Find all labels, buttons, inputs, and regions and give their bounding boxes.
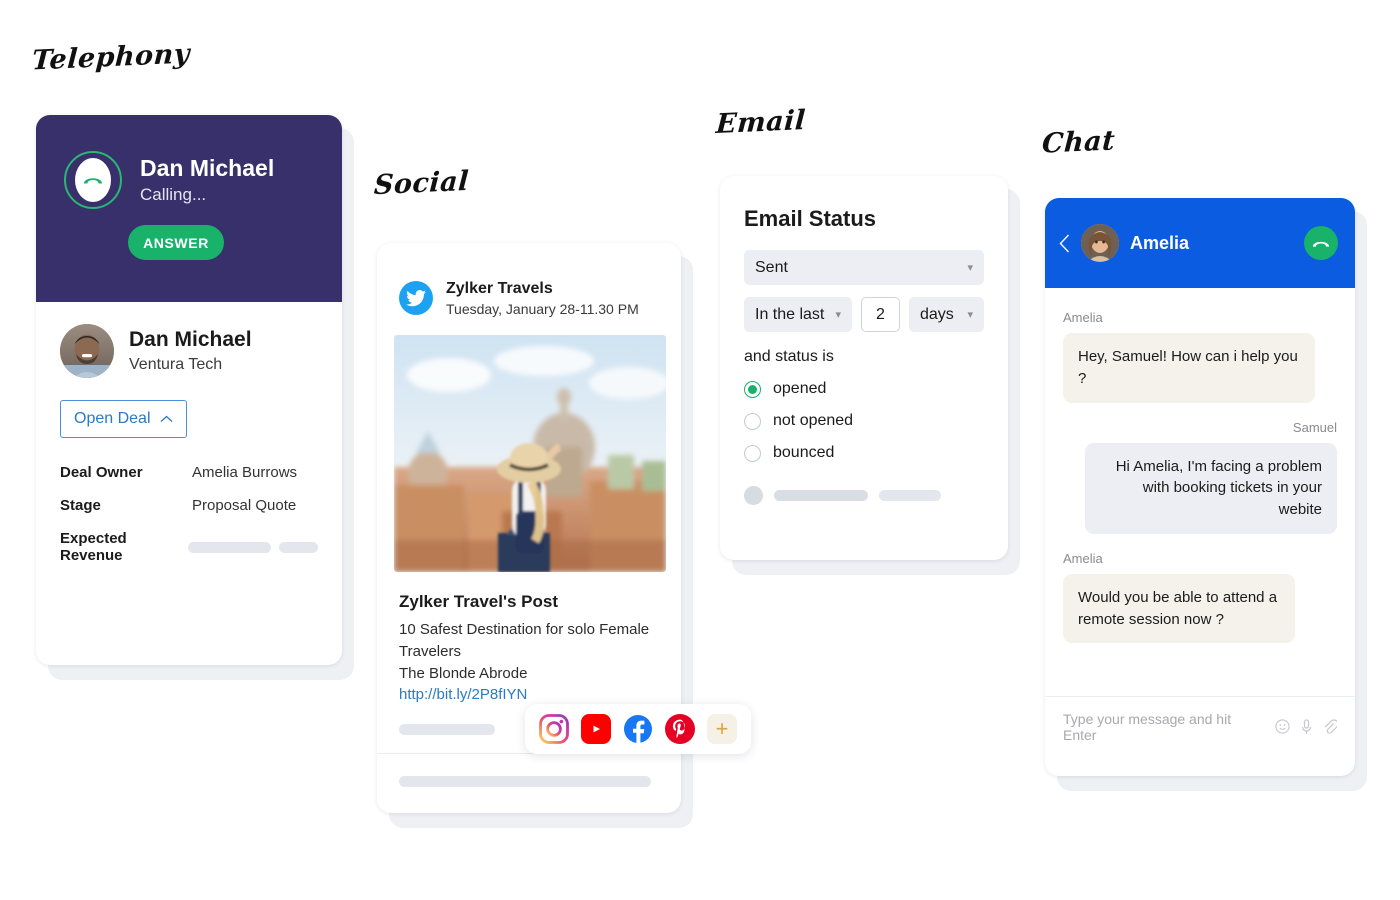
radio-label: bounced <box>773 444 835 461</box>
chat-message: Samuel Hi Amelia, I'm facing a problem w… <box>1063 420 1337 534</box>
value-skeleton <box>188 541 272 553</box>
facebook-icon[interactable] <box>623 714 653 744</box>
email-range-select[interactable]: In the last ▾ <box>744 297 852 332</box>
caller-row: Dan Michael Calling... <box>64 151 342 209</box>
avatar <box>1081 224 1119 262</box>
skeleton-line <box>879 490 941 501</box>
radio-label: opened <box>773 380 827 397</box>
field-value: Proposal Quote <box>192 497 297 514</box>
field-value: Amelia Burrows <box>192 464 298 481</box>
email-status-value: Sent <box>755 258 788 276</box>
chevron-up-icon <box>160 415 172 422</box>
telephony-card: Dan Michael Calling... ANSWER Dan Michae… <box>36 115 342 665</box>
contact-avatar <box>60 324 114 378</box>
telephony-call-header: Dan Michael Calling... ANSWER <box>36 115 342 302</box>
radio-option-opened[interactable]: opened <box>744 380 1008 398</box>
skeleton-line <box>774 490 868 501</box>
field-label: Stage <box>60 497 101 514</box>
end-call-icon[interactable] <box>1304 226 1338 260</box>
email-amount-input[interactable]: 2 <box>861 297 900 332</box>
skeleton-avatar <box>744 486 763 505</box>
caller-name: Dan Michael <box>140 155 275 182</box>
chat-message: Amelia Would you be able to attend a rem… <box>1063 551 1337 644</box>
contact-name: Dan Michael <box>129 328 252 352</box>
call-status: Calling... <box>140 184 207 204</box>
radio-option-not-opened[interactable]: not opened <box>744 412 1008 430</box>
post-timestamp: Tuesday, January 28-11.30 PM <box>446 301 639 318</box>
section-label-telephony: Telephony <box>31 38 191 77</box>
section-label-email: Email <box>715 104 807 141</box>
instagram-icon[interactable] <box>539 714 569 744</box>
table-row: Stage Proposal Quote <box>60 497 318 514</box>
email-status-sublabel: and status is <box>744 348 834 365</box>
email-unit-value: days <box>920 305 954 323</box>
radio-option-bounced[interactable]: bounced <box>744 444 1008 462</box>
value-skeleton <box>279 541 318 553</box>
chevron-down-icon: ▾ <box>967 262 973 274</box>
chat-input-bar: Type your message and hit Enter <box>1045 696 1355 756</box>
radio-label: not opened <box>773 412 854 429</box>
radio-button[interactable] <box>744 444 761 462</box>
chat-header: Amelia <box>1045 198 1355 288</box>
twitter-icon <box>399 281 433 316</box>
section-label-social: Social <box>373 165 470 202</box>
chat-contact-name: Amelia <box>1130 232 1190 253</box>
table-row: Expected Revenue <box>60 530 318 564</box>
youtube-icon[interactable] <box>581 714 611 744</box>
post-skeleton-line <box>399 776 651 788</box>
field-label: Expected Revenue <box>60 530 127 564</box>
contact-row: Dan Michael Ventura Tech <box>60 324 318 378</box>
message-bubble: Would you be able to attend a remote ses… <box>1063 573 1295 644</box>
section-label-chat: Chat <box>1041 125 1117 160</box>
add-channel-icon[interactable]: + <box>707 714 737 744</box>
post-skeleton-line <box>399 724 495 736</box>
email-card: Email Status Sent ▾ In the last ▾ 2 days… <box>720 176 1008 560</box>
social-channel-switcher: + <box>525 704 751 754</box>
answer-button[interactable]: ANSWER <box>128 225 224 260</box>
chat-message-input[interactable]: Type your message and hit Enter <box>1063 711 1265 743</box>
message-sender: Samuel <box>1292 419 1337 435</box>
radio-button[interactable] <box>744 412 761 430</box>
post-author: Zylker Travels <box>446 280 553 297</box>
table-row: Deal Owner Amelia Burrows <box>60 464 318 481</box>
pinterest-icon[interactable] <box>665 714 695 744</box>
post-body: 10 Safest Destination for solo Female Tr… <box>399 619 659 706</box>
emoji-icon[interactable] <box>1275 719 1290 734</box>
email-status-select[interactable]: Sent ▾ <box>744 250 984 285</box>
phone-glyph <box>84 178 102 184</box>
contact-organization: Ventura Tech <box>129 355 223 373</box>
canvas: Telephony Social Email Chat Dan Michael … <box>0 0 1400 900</box>
post-link[interactable]: http://bit.ly/2P8fIYN <box>399 686 527 703</box>
chevron-down-icon: ▾ <box>967 309 973 321</box>
open-deal-label: Open Deal <box>74 410 151 427</box>
email-status-title: Email Status <box>744 206 877 231</box>
deal-details-table: Deal Owner Amelia Burrows Stage Proposal… <box>60 464 318 564</box>
email-timeframe-row: In the last ▾ 2 days ▾ <box>744 297 984 332</box>
email-skeleton-row <box>744 486 1008 505</box>
chat-message-list: Amelia Hey, Samuel! How can i help you ?… <box>1045 288 1355 696</box>
chat-card: Amelia Amelia Hey, Samuel! How can i hel… <box>1045 198 1355 776</box>
email-range-value: In the last <box>755 305 825 323</box>
post-body-line1: 10 Safest Destination for solo Female Tr… <box>399 621 650 660</box>
incoming-call-icon <box>64 151 122 209</box>
attachment-icon[interactable] <box>1323 718 1337 735</box>
post-body-line2: The Blonde Abrode <box>399 664 528 682</box>
message-sender: Amelia <box>1063 550 1103 566</box>
post-image <box>394 335 666 573</box>
message-bubble: Hi Amelia, I'm facing a problem with boo… <box>1085 442 1337 534</box>
radio-button[interactable] <box>744 380 761 398</box>
telephony-contact-section: Dan Michael Ventura Tech Open Deal Deal … <box>36 302 342 564</box>
open-deal-button[interactable]: Open Deal <box>60 400 187 438</box>
post-title: Zylker Travel's Post <box>399 592 559 612</box>
chevron-left-icon[interactable] <box>1059 233 1070 253</box>
chevron-down-icon: ▾ <box>835 309 841 321</box>
microphone-icon[interactable] <box>1300 718 1313 735</box>
message-bubble: Hey, Samuel! How can i help you ? <box>1063 333 1315 403</box>
field-label: Deal Owner <box>60 464 143 481</box>
email-unit-select[interactable]: days ▾ <box>909 297 984 332</box>
social-post-header: Zylker Travels Tuesday, January 28-11.30… <box>377 243 681 317</box>
chat-message: Amelia Hey, Samuel! How can i help you ? <box>1063 310 1337 403</box>
message-sender: Amelia <box>1063 310 1103 325</box>
